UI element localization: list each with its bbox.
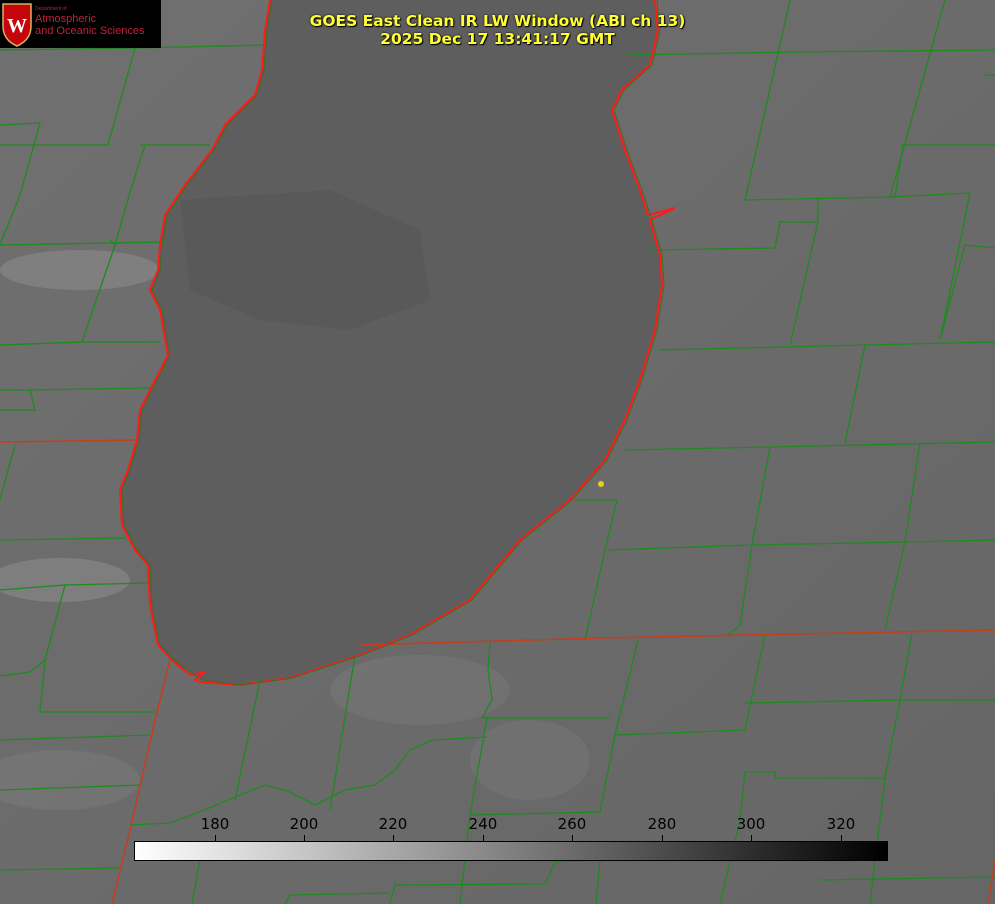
colorbar-tick-label: 180 xyxy=(200,815,230,833)
colorbar-tick-label: 320 xyxy=(826,815,856,833)
colorbar-tick-label: 280 xyxy=(647,815,677,833)
colorbar-tick-label: 200 xyxy=(289,815,319,833)
image-title: GOES East Clean IR LW Window (ABI ch 13) xyxy=(309,12,686,30)
colorbar xyxy=(134,841,888,861)
satellite-map xyxy=(0,0,995,904)
colorbar-tick-label: 220 xyxy=(378,815,408,833)
image-timestamp: 2025 Dec 17 13:41:17 GMT xyxy=(380,30,615,48)
colorbar-tick-label: 260 xyxy=(557,815,587,833)
station-marker xyxy=(598,481,604,487)
colorbar-tick-label: 240 xyxy=(468,815,498,833)
colorbar-tick-label: 300 xyxy=(736,815,766,833)
